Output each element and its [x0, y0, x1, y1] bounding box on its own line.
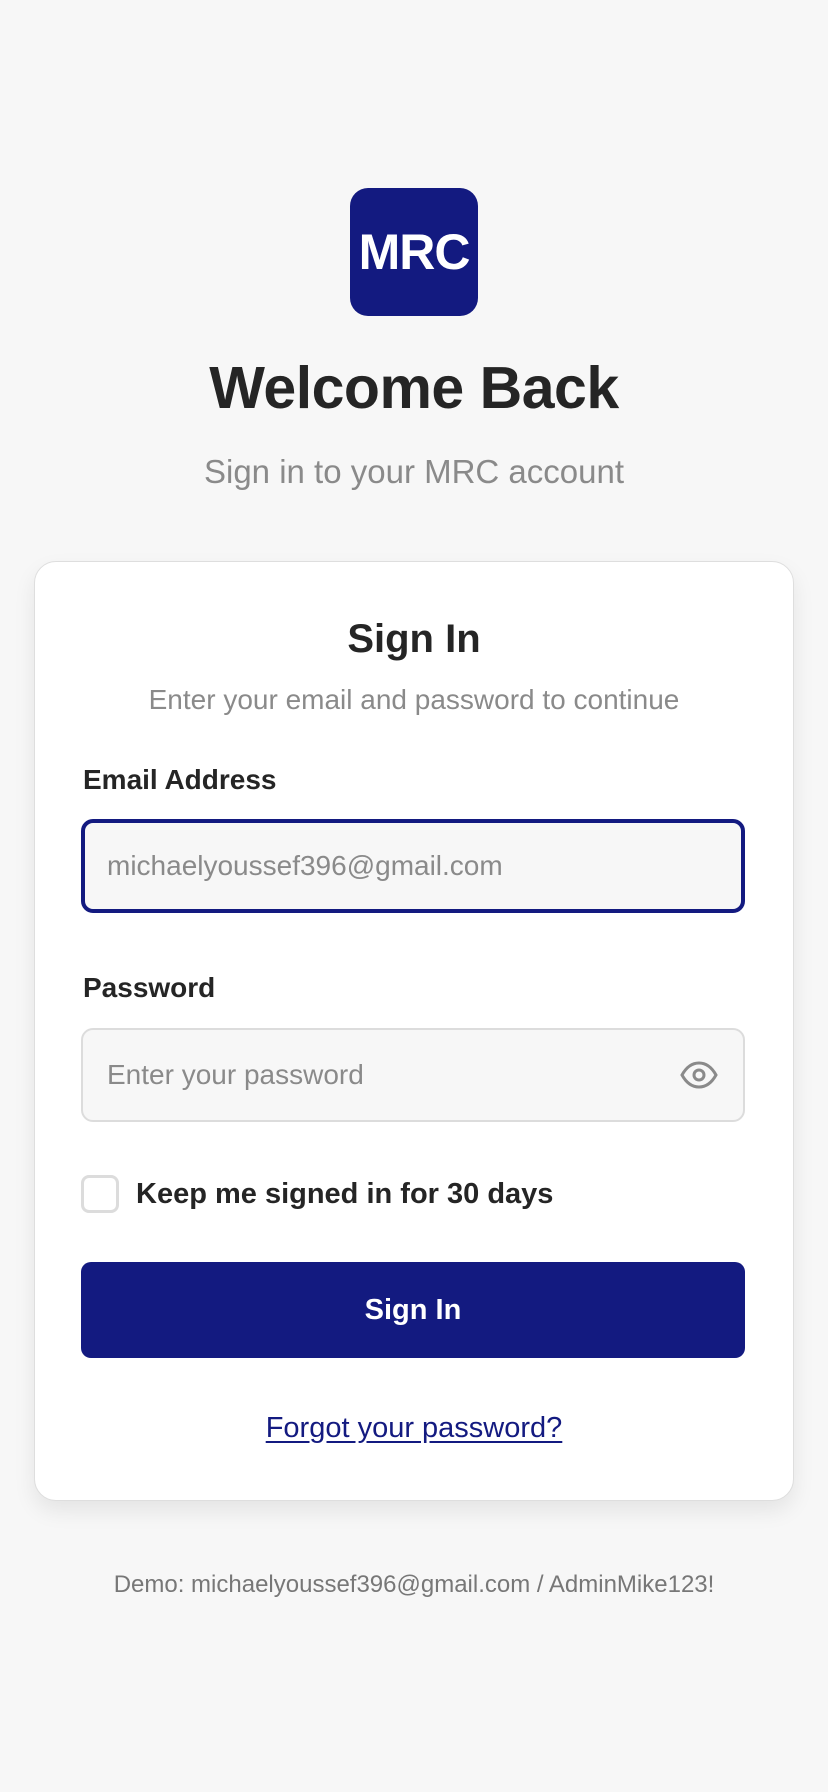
- signin-page: MRC Welcome Back Sign in to your MRC acc…: [0, 0, 828, 1792]
- eye-icon[interactable]: [679, 1060, 719, 1090]
- card-subtitle: Enter your email and password to continu…: [148, 684, 680, 715]
- remember-me-row[interactable]: Keep me signed in for 30 days: [81, 1173, 553, 1215]
- email-label: Email Address: [83, 764, 277, 795]
- password-placeholder[interactable]: Enter your password: [107, 1059, 679, 1091]
- remember-me-checkbox[interactable]: [81, 1175, 119, 1213]
- sign-in-button[interactable]: Sign In: [81, 1262, 745, 1358]
- brand-logo: MRC: [350, 188, 478, 316]
- remember-me-label[interactable]: Keep me signed in for 30 days: [136, 1178, 553, 1211]
- email-value[interactable]: michaelyoussef396@gmail.com: [107, 850, 717, 882]
- brand-logo-text: MRC: [358, 224, 471, 280]
- sign-in-button-label[interactable]: Sign In: [365, 1294, 462, 1327]
- page-subtitle: Sign in to your MRC account: [203, 453, 625, 490]
- email-field[interactable]: michaelyoussef396@gmail.com: [81, 819, 745, 913]
- signin-card: Sign In Enter your email and password to…: [34, 561, 794, 1501]
- page-title: Welcome Back: [209, 355, 619, 421]
- forgot-password-link[interactable]: Forgot your password?: [35, 1412, 793, 1445]
- card-title: Sign In: [347, 617, 481, 661]
- demo-credentials: Demo: michaelyoussef396@gmail.com / Admi…: [113, 1571, 715, 1598]
- password-label: Password: [83, 972, 216, 1003]
- password-field[interactable]: Enter your password: [81, 1028, 745, 1122]
